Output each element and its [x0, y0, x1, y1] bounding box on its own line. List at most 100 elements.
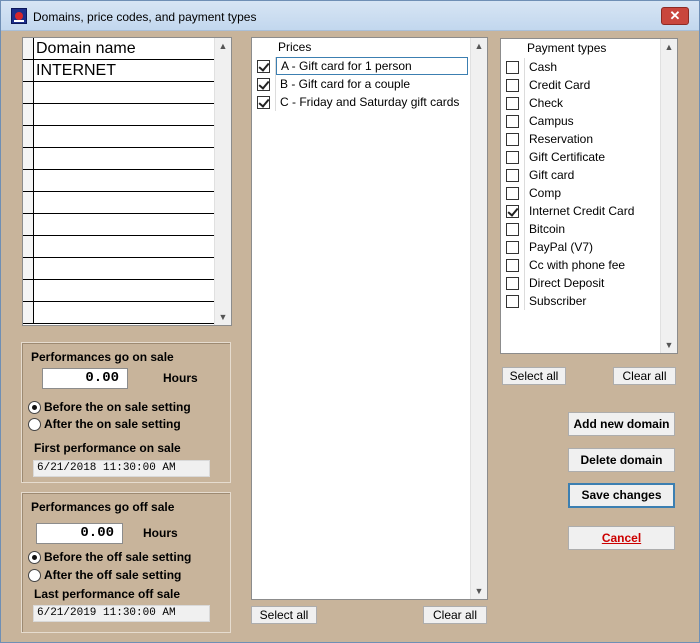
domain-grid[interactable]: Domain name INTERNET ▲ ▼ — [22, 37, 232, 326]
chevron-down-icon[interactable]: ▼ — [215, 309, 231, 325]
checkbox-icon[interactable] — [506, 222, 519, 236]
checkbox-cell[interactable] — [501, 220, 525, 238]
on-sale-hours-input[interactable]: 0.00 — [42, 368, 128, 389]
payment-type-item[interactable]: Direct Deposit — [501, 274, 655, 292]
radio-unselected-icon[interactable] — [28, 568, 41, 582]
row-selector[interactable] — [23, 60, 34, 81]
domain-row[interactable] — [23, 258, 215, 280]
row-selector[interactable] — [23, 192, 34, 213]
checkbox-cell[interactable] — [501, 148, 525, 166]
off-sale-hours-input[interactable]: 0.00 — [36, 523, 123, 544]
checkbox-icon[interactable] — [506, 168, 519, 182]
payment-type-item[interactable]: Reservation — [501, 130, 655, 148]
off-sale-before-option[interactable]: Before the off sale setting — [28, 550, 191, 564]
checkbox-icon[interactable] — [506, 150, 519, 164]
payment-type-item[interactable]: Internet Credit Card — [501, 202, 655, 220]
payment-type-item[interactable]: PayPal (V7) — [501, 238, 655, 256]
chevron-up-icon[interactable]: ▲ — [215, 38, 231, 54]
domain-row[interactable] — [23, 104, 215, 126]
domain-row[interactable] — [23, 126, 215, 148]
domain-row[interactable] — [23, 280, 215, 302]
row-selector[interactable] — [23, 170, 34, 191]
checkbox-icon[interactable] — [506, 276, 519, 290]
checkbox-icon[interactable] — [506, 186, 519, 200]
domain-row[interactable] — [23, 214, 215, 236]
checkbox-cell[interactable] — [252, 75, 276, 93]
radio-selected-icon[interactable] — [28, 550, 41, 564]
checkbox-icon[interactable] — [506, 258, 519, 272]
checkbox-cell[interactable] — [501, 166, 525, 184]
domain-row[interactable] — [23, 192, 215, 214]
chevron-down-icon[interactable]: ▼ — [661, 337, 677, 353]
row-selector[interactable] — [23, 302, 34, 323]
chevron-up-icon[interactable]: ▲ — [471, 38, 487, 54]
payment-type-item[interactable]: Cc with phone fee — [501, 256, 655, 274]
checkbox-icon[interactable] — [506, 60, 519, 74]
checkbox-icon[interactable] — [506, 114, 519, 128]
checkbox-cell[interactable] — [501, 130, 525, 148]
domain-row[interactable] — [23, 170, 215, 192]
checkbox-checked-icon[interactable] — [257, 77, 270, 91]
row-selector[interactable] — [23, 280, 34, 301]
payments-scrollbar[interactable]: ▲ ▼ — [660, 39, 677, 353]
chevron-up-icon[interactable]: ▲ — [661, 39, 677, 55]
domain-row[interactable] — [23, 82, 215, 104]
domain-row[interactable] — [23, 236, 215, 258]
checkbox-cell[interactable] — [252, 93, 276, 111]
checkbox-cell[interactable] — [252, 57, 276, 75]
checkbox-cell[interactable] — [501, 58, 525, 76]
chevron-down-icon[interactable]: ▼ — [471, 583, 487, 599]
checkbox-cell[interactable] — [501, 112, 525, 130]
row-selector[interactable] — [23, 236, 34, 257]
row-selector[interactable] — [23, 126, 34, 147]
payment-types-list[interactable]: Payment types Cash Credit Card Check Campus… — [500, 38, 678, 354]
payments-clear-all-button[interactable]: Clear all — [613, 367, 676, 385]
off-sale-after-option[interactable]: After the off sale setting — [28, 568, 181, 582]
price-item[interactable]: B - Gift card for a couple — [252, 75, 468, 93]
payments-select-all-button[interactable]: Select all — [502, 367, 566, 385]
checkbox-cell[interactable] — [501, 94, 525, 112]
domain-row[interactable] — [23, 302, 215, 324]
close-button[interactable]: ✕ — [661, 7, 689, 25]
checkbox-cell[interactable] — [501, 274, 525, 292]
checkbox-cell[interactable] — [501, 238, 525, 256]
payment-type-item[interactable]: Cash — [501, 58, 655, 76]
delete-domain-button[interactable]: Delete domain — [568, 448, 675, 472]
payment-type-item[interactable]: Gift card — [501, 166, 655, 184]
payment-type-item[interactable]: Subscriber — [501, 292, 655, 310]
domain-row[interactable]: INTERNET — [23, 60, 215, 82]
payment-type-item[interactable]: Bitcoin — [501, 220, 655, 238]
checkbox-cell[interactable] — [501, 256, 525, 274]
prices-clear-all-button[interactable]: Clear all — [423, 606, 487, 624]
radio-selected-icon[interactable] — [28, 400, 41, 414]
cancel-button[interactable]: Cancel — [568, 526, 675, 550]
payment-type-item[interactable]: Credit Card — [501, 76, 655, 94]
checkbox-cell[interactable] — [501, 202, 525, 220]
on-sale-before-option[interactable]: Before the on sale setting — [28, 400, 191, 414]
checkbox-cell[interactable] — [501, 76, 525, 94]
row-selector[interactable] — [23, 258, 34, 279]
price-item[interactable]: C - Friday and Saturday gift cards — [252, 93, 468, 111]
radio-unselected-icon[interactable] — [28, 417, 41, 431]
row-selector[interactable] — [23, 148, 34, 169]
save-changes-button[interactable]: Save changes — [568, 483, 675, 508]
checkbox-icon[interactable] — [506, 132, 519, 146]
price-item[interactable]: A - Gift card for 1 person — [252, 57, 468, 75]
domain-name-cell[interactable]: INTERNET — [36, 60, 116, 81]
add-new-domain-button[interactable]: Add new domain — [568, 412, 675, 436]
payment-type-item[interactable]: Comp — [501, 184, 655, 202]
payment-type-item[interactable]: Gift Certificate — [501, 148, 655, 166]
checkbox-icon[interactable] — [506, 78, 519, 92]
checkbox-icon[interactable] — [506, 294, 519, 308]
payment-type-item[interactable]: Check — [501, 94, 655, 112]
prices-list[interactable]: Prices A - Gift card for 1 person B - Gif… — [251, 37, 488, 600]
payment-type-item[interactable]: Campus — [501, 112, 655, 130]
row-selector[interactable] — [23, 214, 34, 235]
prices-select-all-button[interactable]: Select all — [251, 606, 317, 624]
checkbox-icon[interactable] — [506, 96, 519, 110]
checkbox-checked-icon[interactable] — [506, 204, 519, 218]
checkbox-icon[interactable] — [506, 240, 519, 254]
prices-scrollbar[interactable]: ▲ ▼ — [470, 38, 487, 599]
checkbox-cell[interactable] — [501, 184, 525, 202]
checkbox-cell[interactable] — [501, 292, 525, 310]
